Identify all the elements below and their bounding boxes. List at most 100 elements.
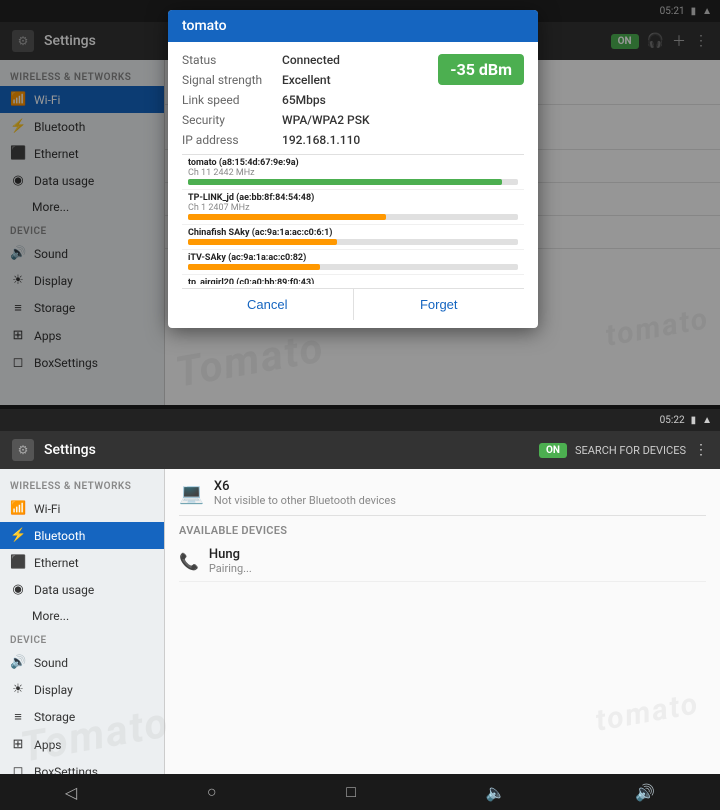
wifi-icon-bottom: 📶 (10, 501, 26, 516)
sidebar-item-ethernet-bottom[interactable]: ⬛ Ethernet (0, 549, 164, 576)
back-button[interactable]: ◁ (55, 779, 87, 806)
settings-icon-bottom: ⚙ (12, 439, 34, 461)
navigation-bar: ◁ ○ □ 🔈 🔊 (0, 774, 720, 810)
laptop-icon: 💻 (179, 481, 204, 505)
wifi-dialog: tomato Status Connected Signal strength … (168, 10, 538, 328)
scan-ssid-4: iTV-SAky (ac:9a:1a:ac:c0:82) (188, 253, 518, 263)
scan-item-1[interactable]: tomato (a8:15:4d:67:9e:9a) Ch 11 2442 MH… (182, 155, 524, 190)
bottom-section2-label: DEVICE (0, 629, 164, 649)
status-label: Status (182, 53, 282, 67)
apps-label-bottom: Apps (34, 738, 62, 752)
bt-device-name: X6 (214, 479, 396, 494)
ip-label: IP address (182, 133, 282, 147)
bottom-section1-label: WIRELESS & NETWORKS (0, 475, 164, 495)
bluetooth-label-bottom: Bluetooth (34, 529, 85, 543)
bottom-wifi-icon: ▲ (702, 415, 712, 426)
bt-paired-name: Hung (209, 547, 252, 562)
storage-icon-bottom: ≡ (10, 709, 26, 725)
scan-bar-container-1 (188, 179, 518, 185)
bt-paired-sub: Pairing... (209, 562, 252, 575)
recents-button[interactable]: □ (336, 778, 366, 806)
scan-item-4[interactable]: iTV-SAky (ac:9a:1a:ac:c0:82) (182, 250, 524, 275)
dialog-status: Status Connected (182, 50, 428, 70)
linkspeed-value: 65Mbps (282, 93, 326, 107)
sidebar-item-wifi-bottom[interactable]: 📶 Wi-Fi (0, 495, 164, 522)
dialog-title: tomato (168, 10, 538, 42)
scan-ssid-5: tp_airgirl20 (c0:a0:bb:89:f0:43) (188, 278, 518, 284)
status-value: Connected (282, 53, 340, 67)
bt-device-info: 💻 X6 Not visible to other Bluetooth devi… (179, 479, 706, 516)
bottom-content: 💻 X6 Not visible to other Bluetooth devi… (165, 469, 720, 774)
scan-ssid-3: Chinafish SAky (ac:9a:1a:ac:c0:6:1) (188, 228, 518, 238)
wifi-label-bottom: Wi-Fi (34, 502, 60, 516)
ethernet-label-bottom: Ethernet (34, 556, 79, 570)
sidebar-item-sound-bottom[interactable]: 🔊 Sound (0, 649, 164, 676)
scan-bar-1 (188, 179, 502, 185)
apps-icon-bottom: ⊞ (10, 737, 26, 752)
dialog-buttons: Cancel Forget (182, 288, 524, 320)
scan-bar-2 (188, 214, 386, 220)
bt-paired-device[interactable]: 📞 Hung Pairing... (179, 541, 706, 582)
dialog-body: Status Connected Signal strength Excelle… (168, 42, 538, 328)
scan-item-3[interactable]: Chinafish SAky (ac:9a:1a:ac:c0:6:1) (182, 225, 524, 250)
scan-item-5[interactable]: tp_airgirl20 (c0:a0:bb:89:f0:43) (182, 275, 524, 284)
signal-label: Signal strength (182, 73, 282, 87)
bt-device-sub: Not visible to other Bluetooth devices (214, 494, 396, 507)
scan-bar-container-2 (188, 214, 518, 220)
sidebar-item-display-bottom[interactable]: ☀ Display (0, 676, 164, 703)
bottom-menu-icon[interactable]: ⋮ (694, 442, 708, 458)
scan-bar-3 (188, 239, 337, 245)
watermark-bottom2: tomato (593, 686, 702, 739)
datausage-icon-bottom: ◉ (10, 582, 26, 597)
sound-label-bottom: Sound (34, 656, 68, 670)
scan-bar-container-4 (188, 264, 518, 270)
scan-freq-1: Ch 11 2442 MHz (188, 168, 518, 178)
top-panel: 05:21 ▮ ▲ ⚙ Settings ON 🎧 ＋ ⋮ WIRELESS &… (0, 0, 720, 405)
linkspeed-label: Link speed (182, 93, 282, 107)
dialog-ip: IP address 192.168.1.110 (182, 130, 428, 150)
bottom-title: Settings (44, 442, 96, 458)
scan-freq-2: Ch 1 2407 MHz (188, 203, 518, 213)
bluetooth-icon-bottom: ⚡ (10, 528, 26, 543)
dialog-security: Security WPA/WPA2 PSK (182, 110, 428, 130)
bottom-main: WIRELESS & NETWORKS 📶 Wi-Fi ⚡ Bluetooth … (0, 469, 720, 774)
display-label-bottom: Display (34, 683, 73, 697)
home-button[interactable]: ○ (197, 778, 227, 806)
scan-list: tomato (a8:15:4d:67:9e:9a) Ch 11 2442 MH… (182, 154, 524, 284)
search-for-devices-btn[interactable]: SEARCH FOR DEVICES (575, 444, 686, 457)
scan-ssid-1: tomato (a8:15:4d:67:9e:9a) (188, 158, 518, 168)
sidebar-item-bluetooth-bottom[interactable]: ⚡ Bluetooth (0, 522, 164, 549)
forget-button[interactable]: Forget (354, 289, 525, 320)
vol-down-button[interactable]: 🔈 (476, 779, 516, 806)
bottom-status-bar: 05:22 ▮ ▲ (0, 409, 720, 431)
bottom-sidebar: WIRELESS & NETWORKS 📶 Wi-Fi ⚡ Bluetooth … (0, 469, 165, 774)
bt-paired-info: Hung Pairing... (209, 547, 252, 575)
datausage-label-bottom: Data usage (34, 583, 94, 597)
sidebar-item-apps-bottom[interactable]: ⊞ Apps (0, 731, 164, 758)
bottom-panel: 05:22 ▮ ▲ ⚙ Settings ON SEARCH FOR DEVIC… (0, 409, 720, 810)
sidebar-item-more-bottom[interactable]: More... (0, 603, 164, 629)
scan-item-2[interactable]: TP-LINK_jd (ae:bb:8f:84:54:48) Ch 1 2407… (182, 190, 524, 225)
display-icon-bottom: ☀ (10, 682, 26, 697)
vol-up-button[interactable]: 🔊 (625, 779, 665, 806)
dialog-signal: Signal strength Excellent (182, 70, 428, 90)
storage-label-bottom: Storage (34, 710, 75, 724)
scan-bar-container-3 (188, 239, 518, 245)
available-devices-label: AVAILABLE DEVICES (179, 516, 706, 541)
signal-badge: -35 dBm (438, 54, 524, 85)
cancel-button[interactable]: Cancel (182, 289, 354, 320)
security-value: WPA/WPA2 PSK (282, 113, 370, 127)
security-label: Security (182, 113, 282, 127)
sound-icon-bottom: 🔊 (10, 655, 26, 670)
bottom-toggle[interactable]: ON (539, 443, 567, 458)
bottom-time: 05:22 (660, 415, 685, 426)
sidebar-item-datausage-bottom[interactable]: ◉ Data usage (0, 576, 164, 603)
sidebar-item-storage-bottom[interactable]: ≡ Storage (0, 703, 164, 731)
ethernet-icon-bottom: ⬛ (10, 555, 26, 570)
dialog-overlay: tomato Status Connected Signal strength … (0, 0, 720, 405)
bottom-titlebar-right: ON SEARCH FOR DEVICES ⋮ (539, 442, 708, 458)
bottom-titlebar: ⚙ Settings ON SEARCH FOR DEVICES ⋮ (0, 431, 720, 469)
ip-value: 192.168.1.110 (282, 133, 360, 147)
dialog-linkspeed: Link speed 65Mbps (182, 90, 428, 110)
phone-icon: 📞 (179, 552, 199, 571)
